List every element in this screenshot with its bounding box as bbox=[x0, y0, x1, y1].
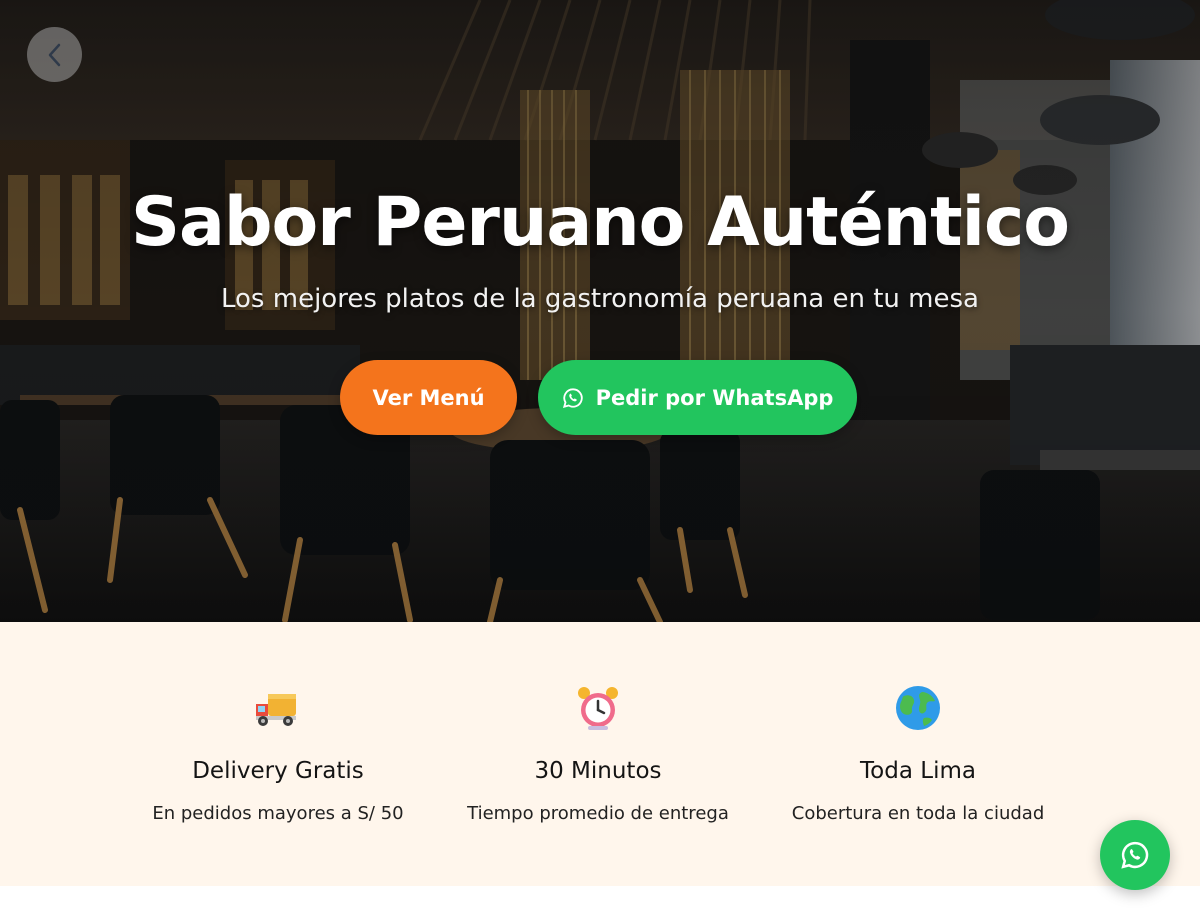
features-section: Delivery Gratis En pedidos mayores a S/ … bbox=[0, 622, 1200, 886]
hero-title: Sabor Peruano Auténtico bbox=[131, 183, 1070, 262]
alarm-clock-icon bbox=[578, 687, 618, 730]
back-button[interactable] bbox=[27, 27, 82, 82]
hero-section: Sabor Peruano Auténtico Los mejores plat… bbox=[0, 0, 1200, 622]
feature-title: Toda Lima bbox=[860, 758, 976, 784]
floating-whatsapp-button[interactable] bbox=[1100, 820, 1170, 890]
feature-title: Delivery Gratis bbox=[192, 758, 364, 784]
view-menu-button[interactable]: Ver Menú bbox=[340, 360, 517, 435]
whatsapp-order-button[interactable]: Pedir por WhatsApp bbox=[538, 360, 857, 435]
whatsapp-icon bbox=[562, 387, 583, 408]
feature-description: Tiempo promedio de entrega bbox=[467, 803, 729, 824]
whatsapp-icon bbox=[1121, 841, 1149, 869]
feature-description: Cobertura en toda la ciudad bbox=[791, 803, 1045, 824]
page-bottom-area bbox=[0, 886, 1200, 915]
whatsapp-order-button-label: Pedir por WhatsApp bbox=[595, 385, 834, 410]
globe-icon bbox=[896, 686, 940, 730]
feature-title: 30 Minutos bbox=[534, 758, 662, 784]
delivery-truck-icon bbox=[256, 694, 296, 726]
chevron-left-icon bbox=[48, 43, 60, 66]
feature-description: En pedidos mayores a S/ 50 bbox=[152, 803, 404, 824]
hero-subtitle: Los mejores platos de la gastronomía per… bbox=[221, 284, 979, 314]
view-menu-button-label: Ver Menú bbox=[372, 385, 485, 410]
